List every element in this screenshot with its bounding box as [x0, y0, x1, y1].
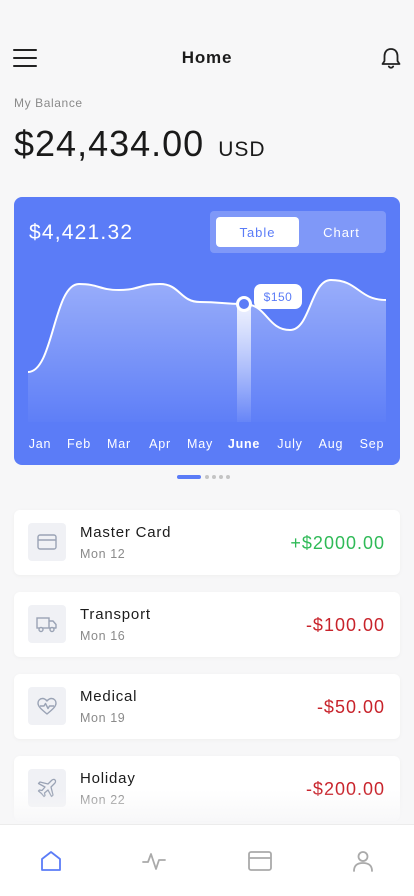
transaction-date: Mon 12 — [80, 547, 126, 561]
tab-profile[interactable] — [349, 847, 377, 875]
transaction-amount: +$2000.00 — [290, 533, 385, 553]
transaction-name: Transport — [80, 606, 151, 623]
pager-dot[interactable] — [212, 475, 216, 479]
transaction-row[interactable]: Master Card Mon 12 +$2000.00 — [14, 510, 400, 575]
month-label-apr: Apr — [149, 437, 171, 451]
month-axis: Jan Feb Mar Apr May June July Aug Sep — [14, 437, 400, 453]
tab-activity[interactable] — [140, 847, 168, 875]
month-label-aug: Aug — [318, 437, 344, 451]
tab-cards[interactable] — [246, 847, 274, 875]
month-label-feb: Feb — [67, 437, 91, 451]
activity-icon — [142, 853, 166, 870]
transaction-name: Master Card — [80, 524, 172, 541]
app-header: Home — [0, 0, 414, 110]
card-icon — [248, 851, 272, 871]
home-icon — [41, 851, 61, 871]
transaction-row[interactable]: Medical Mon 19 -$50.00 — [14, 674, 400, 739]
month-label-jan: Jan — [28, 437, 52, 451]
user-icon — [353, 851, 373, 872]
pager-dot[interactable] — [219, 475, 223, 479]
month-label-july: July — [277, 437, 303, 451]
chart-point-june[interactable] — [236, 296, 252, 312]
month-label-sep: Sep — [359, 437, 385, 451]
carousel-pager — [177, 475, 233, 479]
balance-row: $24,434.00 USD — [14, 123, 266, 165]
transaction-amount: -$100.00 — [305, 615, 385, 635]
tab-home[interactable] — [37, 847, 65, 875]
pager-dot[interactable] — [226, 475, 230, 479]
card-amount: $4,421.32 — [29, 221, 134, 244]
bell-icon[interactable] — [380, 46, 402, 70]
balance-chart-card: $4,421.32 Table Chart $150 Jan Feb Mar Apr M… — [14, 197, 400, 465]
list-fade — [0, 790, 414, 825]
chart-toggle-button[interactable]: Chart — [300, 217, 383, 247]
pager-dot[interactable] — [205, 475, 209, 479]
transaction-date: Mon 16 — [80, 629, 126, 643]
month-label-june: June — [227, 437, 261, 451]
month-label-may: May — [186, 437, 214, 451]
pager-dot[interactable] — [177, 475, 201, 479]
credit-card-icon — [28, 523, 66, 561]
balance-amount: $24,434.00 — [14, 123, 205, 164]
balance-currency: USD — [218, 138, 266, 161]
transaction-name: Medical — [80, 688, 138, 705]
page-title: Home — [181, 48, 233, 67]
transaction-date: Mon 19 — [80, 711, 126, 725]
bottom-tab-bar — [0, 824, 414, 896]
highlight-bar — [237, 304, 251, 422]
transaction-amount: -$50.00 — [316, 697, 385, 717]
table-toggle-button[interactable]: Table — [216, 217, 299, 247]
balance-label: My Balance — [14, 96, 83, 110]
truck-icon — [28, 605, 66, 643]
heart-pulse-icon — [28, 687, 66, 725]
transaction-name: Holiday — [80, 770, 136, 787]
month-label-mar: Mar — [107, 437, 131, 451]
chart-value-tooltip: $150 — [254, 284, 302, 309]
view-toggle: Table Chart — [210, 211, 386, 253]
transaction-row[interactable]: Transport Mon 16 -$100.00 — [14, 592, 400, 657]
